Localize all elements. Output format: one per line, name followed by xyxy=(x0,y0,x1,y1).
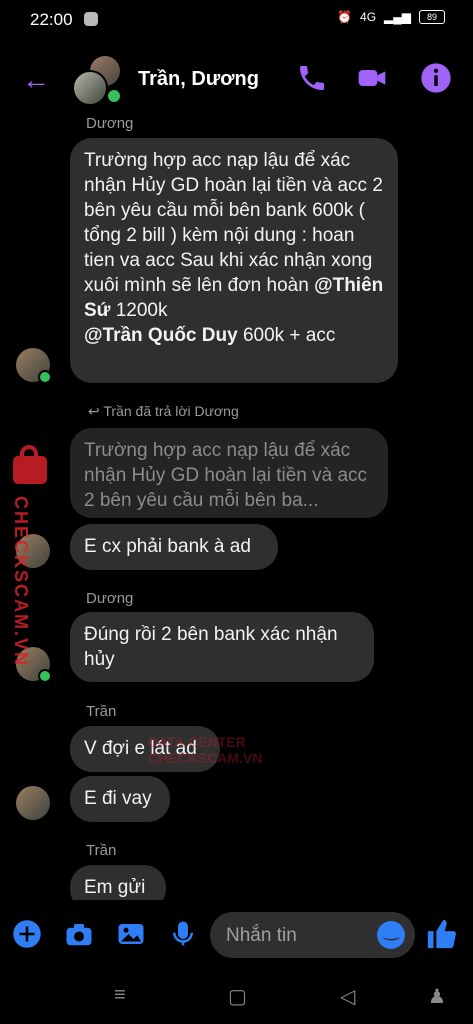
mention-tail: 1200k xyxy=(115,300,168,321)
participant-avatar[interactable] xyxy=(16,348,52,384)
back-icon[interactable]: ◁ xyxy=(340,984,362,1008)
camera-icon[interactable] xyxy=(64,919,94,949)
conversation-title[interactable]: Trần, Dương xyxy=(138,68,259,91)
message-input-placeholder: Nhắn tin xyxy=(226,925,297,946)
status-bar: 22:00 ⏰ 4G ▂▄▆ 89 xyxy=(0,0,473,40)
online-indicator xyxy=(106,88,122,104)
accessibility-icon[interactable]: ♟ xyxy=(428,984,450,1008)
mention-tail: 600k + acc xyxy=(242,325,336,346)
phone-icon[interactable] xyxy=(296,62,328,94)
avatar-2 xyxy=(72,70,108,106)
reply-label: ↩ Trần đã trả lời Dương xyxy=(88,403,239,420)
plus-icon[interactable] xyxy=(12,919,42,949)
signal-icon: ▂▄▆ xyxy=(384,10,411,24)
status-time: 22:00 xyxy=(30,10,73,29)
group-avatar[interactable] xyxy=(72,56,124,108)
video-camera-icon[interactable] xyxy=(356,62,388,94)
menu-icon[interactable]: ≡ xyxy=(114,984,136,1006)
reply-text: Trần đã trả lời Dương xyxy=(103,403,239,419)
message-text: Em gửi xyxy=(84,877,146,898)
participant-avatar[interactable] xyxy=(16,786,50,820)
system-nav-bar: ≡ ▢ ◁ ♟ xyxy=(0,970,473,1024)
message-text: E cx phải bank à ad xyxy=(84,536,251,557)
message-list[interactable]: Dương Trường hợp acc nạp lậu để xác nhận… xyxy=(0,110,473,900)
quoted-text: Trường hợp acc nạp lậu để xác nhận Hủy G… xyxy=(84,440,368,511)
home-icon[interactable]: ▢ xyxy=(228,984,250,1008)
watermark-center: DATA CENTER CHECKSCAM.VN xyxy=(148,734,262,766)
alarm-icon: ⏰ xyxy=(337,10,353,24)
settings-indicator-icon xyxy=(84,12,98,26)
mention-link[interactable]: @Trần Quốc Duy xyxy=(84,325,238,346)
microphone-icon[interactable] xyxy=(168,919,198,949)
online-indicator xyxy=(38,669,52,683)
message-bubble[interactable]: E đi vay xyxy=(70,776,170,822)
online-indicator xyxy=(38,370,52,384)
chat-header: ← Trần, Dương xyxy=(0,48,473,112)
network-label: 4G xyxy=(360,10,377,24)
lock-icon xyxy=(13,445,47,484)
thumbs-up-icon[interactable] xyxy=(425,917,459,951)
message-text: E đi vay xyxy=(84,788,152,809)
back-arrow-icon[interactable]: ← xyxy=(22,66,50,94)
message-bubble[interactable]: E cx phải bank à ad xyxy=(70,524,278,570)
sender-name: Trần xyxy=(86,842,117,859)
message-text: Đúng rồi 2 bên bank xác nhận hủy xyxy=(84,624,338,670)
status-right: ⏰ 4G ▂▄▆ 89 xyxy=(337,10,445,24)
message-bubble[interactable]: Đúng rồi 2 bên bank xác nhận hủy xyxy=(70,612,374,682)
message-bubble[interactable]: Trường hợp acc nạp lậu để xác nhận Hủy G… xyxy=(70,138,398,383)
sender-name: Dương xyxy=(86,115,134,132)
message-input[interactable]: Nhắn tin xyxy=(210,912,415,958)
battery-level: 89 xyxy=(426,12,437,22)
quoted-bubble[interactable]: Trường hợp acc nạp lậu để xác nhận Hủy G… xyxy=(70,428,388,518)
message-bubble[interactable]: Em gửi xyxy=(70,865,166,900)
image-icon[interactable] xyxy=(116,919,146,949)
sender-name: Trần xyxy=(86,703,117,720)
composer-bar: Nhắn tin xyxy=(0,905,473,967)
reply-icon: ↩ xyxy=(88,403,104,419)
battery-icon: 89 xyxy=(419,10,445,24)
sender-name: Dương xyxy=(86,590,134,607)
watermark-text: CHECKSCAM.VN xyxy=(11,496,31,668)
watermark: CHECKSCAM.VN xyxy=(6,444,56,667)
watermark-small-text: DATA CENTER xyxy=(148,734,246,750)
info-icon[interactable] xyxy=(420,62,452,94)
watermark-center-text: CHECKSCAM.VN xyxy=(148,750,263,766)
emoji-icon[interactable] xyxy=(377,920,405,949)
